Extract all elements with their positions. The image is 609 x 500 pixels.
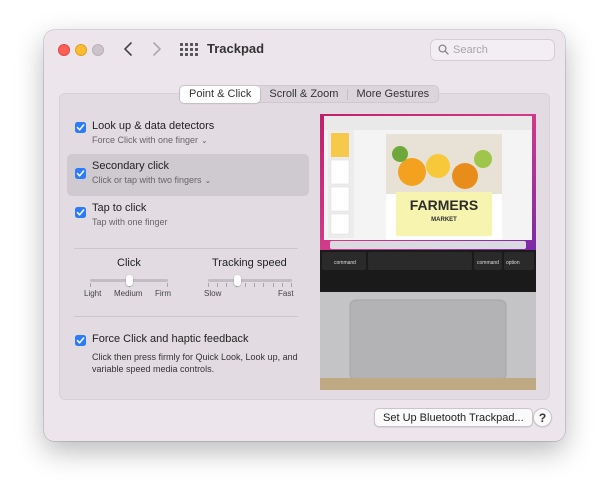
click-label-light: Light: [84, 289, 102, 298]
slider-tick: [273, 283, 274, 287]
look-up-dropdown[interactable]: Force Click with one finger ⌄: [92, 135, 208, 145]
checkmark-icon: [76, 209, 85, 216]
slider-tick: [291, 283, 292, 287]
look-up-title: Look up & data detectors: [92, 120, 215, 132]
tap-to-click-checkbox[interactable]: [75, 207, 86, 218]
system-preferences-window: Trackpad Point & Click Scroll & Zoom Mor…: [44, 30, 565, 441]
preview-illustration: FARMERS MARKET command command option: [320, 114, 536, 390]
tap-to-click-subtitle: Tap with one finger: [92, 217, 168, 227]
tracking-label-slow: Slow: [204, 289, 222, 298]
search-icon: [438, 44, 449, 55]
slider-tick: [226, 283, 227, 287]
key-command-right: command: [477, 260, 499, 266]
tab-scroll-zoom[interactable]: Scroll & Zoom: [260, 86, 347, 103]
click-slider-knob[interactable]: [126, 275, 133, 286]
option-secondary-click[interactable]: Secondary click Click or tap with two fi…: [67, 154, 309, 196]
help-button[interactable]: ?: [533, 408, 552, 427]
option-tap-to-click[interactable]: Tap to click Tap with one finger: [67, 199, 309, 239]
click-label-firm: Firm: [155, 289, 171, 298]
option-force-click[interactable]: Force Click and haptic feedback: [67, 330, 309, 352]
chevron-left-icon: [124, 42, 132, 56]
slider-tick: [90, 283, 91, 287]
tab-more-gestures[interactable]: More Gestures: [347, 86, 438, 103]
preview-headline: FARMERS: [410, 197, 478, 213]
tab-bar: Point & Click Scroll & Zoom More Gesture…: [179, 85, 440, 103]
secondary-click-checkbox[interactable]: [75, 168, 86, 179]
show-all-button[interactable]: [179, 41, 198, 59]
tracking-slider-group: Tracking speed Slow Fast: [202, 257, 302, 302]
back-button[interactable]: [117, 38, 139, 60]
key-command-left: command: [334, 260, 356, 266]
secondary-click-dropdown[interactable]: Click or tap with two fingers ⌄: [92, 175, 211, 185]
checkmark-icon: [76, 124, 85, 131]
force-click-description: Click then press firmly for Quick Look, …: [92, 352, 298, 374]
preview-subhead: MARKET: [431, 217, 457, 223]
key-option: option: [506, 260, 520, 266]
slider-tick: [245, 283, 246, 287]
look-up-subtitle: Force Click with one finger: [92, 135, 199, 145]
chevron-down-icon: ⌄: [201, 136, 208, 145]
tab-point-click[interactable]: Point & Click: [180, 86, 261, 103]
secondary-click-subtitle: Click or tap with two fingers: [92, 175, 202, 185]
click-label-medium: Medium: [114, 289, 143, 298]
divider: [74, 248, 298, 249]
divider: [74, 316, 298, 317]
click-slider-group: Click Light Medium Firm: [84, 257, 174, 302]
force-click-title: Force Click and haptic feedback: [92, 333, 249, 345]
minimize-window-button[interactable]: [75, 44, 87, 56]
search-field[interactable]: [430, 39, 555, 61]
force-click-checkbox[interactable]: [75, 335, 86, 346]
tracking-label-fast: Fast: [278, 289, 294, 298]
option-look-up[interactable]: Look up & data detectors Force Click wit…: [67, 117, 309, 157]
search-input[interactable]: [453, 42, 549, 58]
secondary-click-title: Secondary click: [92, 160, 170, 172]
chevron-down-icon: ⌄: [204, 176, 212, 185]
titlebar: Trackpad: [44, 30, 565, 70]
click-slider-title: Click: [117, 257, 141, 269]
tracking-slider-knob[interactable]: [233, 275, 241, 286]
forward-button[interactable]: [146, 38, 168, 60]
tap-to-click-title: Tap to click: [92, 202, 147, 214]
setup-bluetooth-trackpad-button[interactable]: Set Up Bluetooth Trackpad...: [374, 408, 533, 427]
chevron-right-icon: [153, 42, 161, 56]
slider-tick: [208, 283, 209, 287]
close-window-button[interactable]: [58, 44, 70, 56]
tracking-slider-title: Tracking speed: [212, 257, 287, 269]
trackpad-preview-image: FARMERS MARKET command command option: [320, 114, 536, 390]
slider-tick: [217, 283, 218, 287]
tracking-slider-track[interactable]: [208, 279, 292, 282]
slider-tick: [263, 283, 264, 287]
look-up-checkbox[interactable]: [75, 122, 86, 133]
slider-tick: [254, 283, 255, 287]
zoom-window-button[interactable]: [92, 44, 104, 56]
checkmark-icon: [76, 337, 85, 344]
checkmark-icon: [76, 170, 85, 177]
slider-tick: [167, 283, 168, 287]
window-title: Trackpad: [207, 41, 265, 56]
slider-tick: [282, 283, 283, 287]
